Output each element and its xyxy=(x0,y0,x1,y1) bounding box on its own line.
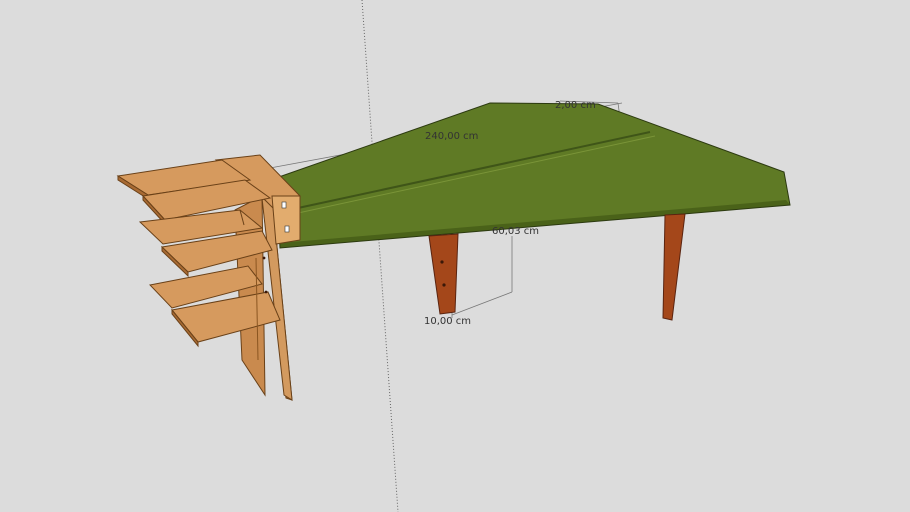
dimension-label-top-length: 240,00 cm xyxy=(425,131,478,142)
3d-viewport[interactable]: 2,00 cm 240,00 cm 60,03 cm 10,00 cm xyxy=(0,0,910,512)
dimension-label-leg-width: 10,00 cm xyxy=(424,316,471,327)
dimension-label-leg-height: 60,03 cm xyxy=(492,226,539,237)
dimension-label-top-width: 2,00 cm xyxy=(555,100,596,111)
